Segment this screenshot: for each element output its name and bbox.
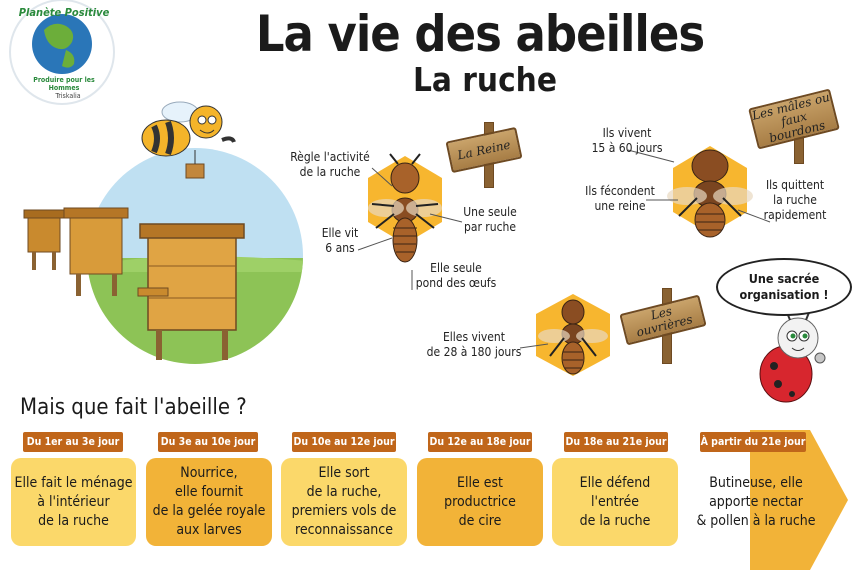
stage-5-box: Elle défend l'entrée de la ruche: [552, 458, 678, 546]
males-label-lifespan: Ils vivent 15 à 60 jours: [591, 126, 663, 155]
queen-label-unique: Une seule par ruche: [463, 205, 517, 234]
males-label-leave: Ils quittent la ruche rapidement: [763, 178, 827, 222]
stage-6-period: À partir du 21e jour: [700, 432, 806, 452]
queen-label-role: Règle l'activité de la ruche: [290, 150, 370, 179]
stage-5-period: Du 18e au 21e jour: [564, 432, 668, 452]
stage-6-box: Butineuse, elle apporte nectar & pollen …: [696, 474, 816, 529]
stage-2-box: Nourrice, elle fournit de la gelée royal…: [146, 458, 272, 546]
stage-1-period: Du 1er au 3e jour: [23, 432, 123, 452]
stage-1-box: Elle fait le ménage à l'intérieur de la …: [11, 458, 136, 546]
section-question: Mais que fait l'abeille ?: [20, 395, 247, 420]
stage-4-box: Elle est productrice de cire: [417, 458, 543, 546]
queen-label-eggs: Elle seule pond des œufs: [415, 261, 497, 290]
queen-label-lifespan: Elle vit 6 ans: [321, 226, 359, 255]
stage-3-box: Elle sort de la ruche, premiers vols de …: [281, 458, 407, 546]
stage-2-period: Du 3e au 10e jour: [158, 432, 258, 452]
stage-3-period: Du 10e au 12e jour: [292, 432, 396, 452]
stage-4-period: Du 12e au 18e jour: [428, 432, 532, 452]
workers-label-lifespan: Elles vivent de 28 à 180 jours: [426, 330, 522, 359]
males-label-fertilize: Ils fécondent une reine: [585, 184, 655, 213]
